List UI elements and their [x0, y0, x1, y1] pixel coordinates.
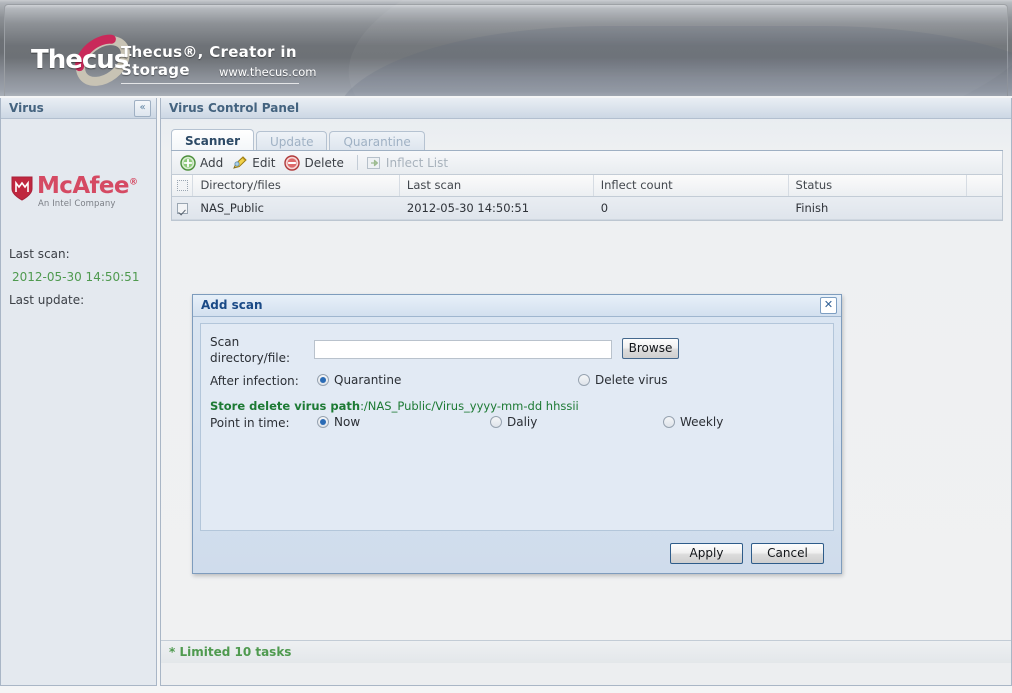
tab-update[interactable]: Update — [256, 131, 328, 151]
radio-daily[interactable] — [490, 416, 502, 428]
mcafee-wordmark: McAfee® — [37, 173, 138, 199]
tab-quarantine[interactable]: Quarantine — [329, 131, 425, 151]
column-header-status[interactable]: Status — [789, 175, 967, 196]
sidebar-header: Virus « — [1, 98, 156, 119]
radio-quarantine[interactable] — [317, 374, 329, 386]
store-delete-path-label: Store delete virus path — [210, 399, 361, 413]
page-title: Virus Control Panel — [169, 101, 300, 115]
scanner-toolbar: Add Edit Delete Inflect List — [171, 151, 1003, 175]
sidebar-body: McAfee® An Intel Company Last scan: 2012… — [1, 119, 156, 685]
last-scan-label: Last scan: — [9, 247, 70, 261]
edit-button[interactable]: Edit — [230, 152, 282, 174]
mcafee-wordmark-text: McAfee — [37, 173, 130, 199]
banner-url: www.thecus.com — [219, 65, 317, 79]
minus-circle-icon — [284, 154, 301, 171]
scan-task-table: Directory/files Last scan Inflect count … — [171, 175, 1003, 221]
task-limit-note: * Limited 10 tasks — [161, 640, 1011, 663]
toolbar-separator — [356, 155, 358, 170]
mcafee-shield-icon — [11, 176, 33, 201]
row-checkbox[interactable] — [177, 202, 189, 214]
banner-inner: Thecus· Thecus®, Creator in Storage www.… — [4, 0, 1012, 96]
table-header-row: Directory/files Last scan Inflect count … — [172, 175, 1002, 197]
radio-daily-label[interactable]: Daliy — [507, 415, 537, 429]
column-header-spacer — [967, 175, 1002, 196]
cell-status: Finish — [795, 201, 829, 215]
radio-now[interactable] — [317, 416, 329, 428]
radio-quarantine-label[interactable]: Quarantine — [334, 373, 401, 387]
add-scan-dialog: Add scan ✕ Scan directory/file: Browse A… — [192, 294, 842, 574]
point-in-time-label: Point in time: — [210, 416, 290, 430]
banner-shadow-shape — [335, 26, 1012, 96]
last-update-label: Last update: — [9, 293, 85, 307]
store-delete-path-value: :/NAS_Public/Virus_yyyy-mm-dd hhssii — [360, 399, 579, 413]
select-all-header[interactable] — [172, 175, 194, 196]
thecus-wordmark-text: Thecus — [31, 45, 129, 75]
scan-directory-label-line2: directory/file: — [210, 351, 291, 365]
mcafee-logo: McAfee® An Intel Company — [11, 173, 141, 211]
close-icon[interactable]: ✕ — [820, 297, 837, 314]
cell-last-scan: 2012-05-30 14:50:51 — [406, 201, 530, 215]
radio-weekly[interactable] — [663, 416, 675, 428]
tab-scanner[interactable]: Scanner — [171, 129, 254, 151]
store-delete-path: Store delete virus path:/NAS_Public/Viru… — [210, 399, 579, 413]
radio-weekly-label[interactable]: Weekly — [680, 415, 723, 429]
plus-circle-icon — [180, 154, 196, 171]
apply-button[interactable]: Apply — [670, 543, 743, 564]
after-infection-label: After infection: — [210, 374, 299, 388]
dialog-body: Scan directory/file: Browse After infect… — [200, 323, 834, 531]
select-all-checkbox[interactable] — [176, 180, 188, 191]
cell-inflect-count: 0 — [600, 201, 609, 215]
application-window: Thecus· Thecus®, Creator in Storage www.… — [0, 0, 1012, 693]
scan-directory-label-line1: Scan — [210, 335, 240, 349]
scan-directory-input[interactable] — [314, 340, 612, 359]
sidebar: Virus « McAfee® An Intel Company Last sc… — [0, 98, 157, 686]
collapse-sidebar-button[interactable]: « — [134, 100, 151, 117]
delete-button[interactable]: Delete — [282, 152, 350, 174]
column-header-directory[interactable]: Directory/files — [193, 175, 400, 196]
inflect-list-button[interactable]: Inflect List — [364, 152, 455, 174]
column-header-inflect-count[interactable]: Inflect count — [594, 175, 789, 196]
dialog-footer: Apply Cancel — [193, 533, 841, 573]
mcafee-subtitle: An Intel Company — [38, 199, 116, 209]
dialog-title: Add scan — [201, 298, 263, 312]
banner-highlight-shape — [336, 0, 1012, 96]
brand-banner: Thecus· Thecus®, Creator in Storage www.… — [0, 0, 1012, 96]
column-header-last-scan[interactable]: Last scan — [400, 175, 594, 196]
add-button-label: Add — [200, 155, 224, 170]
task-limit-note-text: * Limited 10 tasks — [169, 645, 292, 659]
radio-now-label[interactable]: Now — [334, 415, 360, 429]
main-panel-header: Virus Control Panel — [161, 98, 1011, 119]
delete-button-label: Delete — [304, 155, 344, 170]
sidebar-title: Virus — [9, 101, 44, 115]
tab-bar: Scanner Update Quarantine — [171, 129, 427, 151]
row-select-cell[interactable] — [172, 197, 193, 219]
radio-delete-virus-label[interactable]: Delete virus — [595, 373, 667, 387]
browse-button[interactable]: Browse — [622, 338, 679, 359]
pencil-icon — [232, 155, 248, 171]
thecus-wordmark: Thecus· — [31, 45, 133, 75]
last-scan-value: 2012-05-30 14:50:51 — [12, 270, 140, 284]
export-list-icon — [366, 155, 382, 171]
dialog-title-bar[interactable]: Add scan ✕ — [193, 295, 841, 317]
mcafee-wordmark-sup: ® — [128, 177, 138, 188]
cancel-button[interactable]: Cancel — [751, 543, 824, 564]
table-row[interactable]: NAS_Public 2012-05-30 14:50:51 0 Finish — [172, 197, 1002, 220]
inflect-list-button-label: Inflect List — [385, 155, 449, 170]
cell-directory: NAS_Public — [200, 201, 264, 215]
edit-button-label: Edit — [252, 155, 276, 170]
cell-spacer — [967, 197, 1002, 219]
add-button[interactable]: Add — [178, 152, 230, 174]
radio-delete-virus[interactable] — [578, 374, 590, 386]
